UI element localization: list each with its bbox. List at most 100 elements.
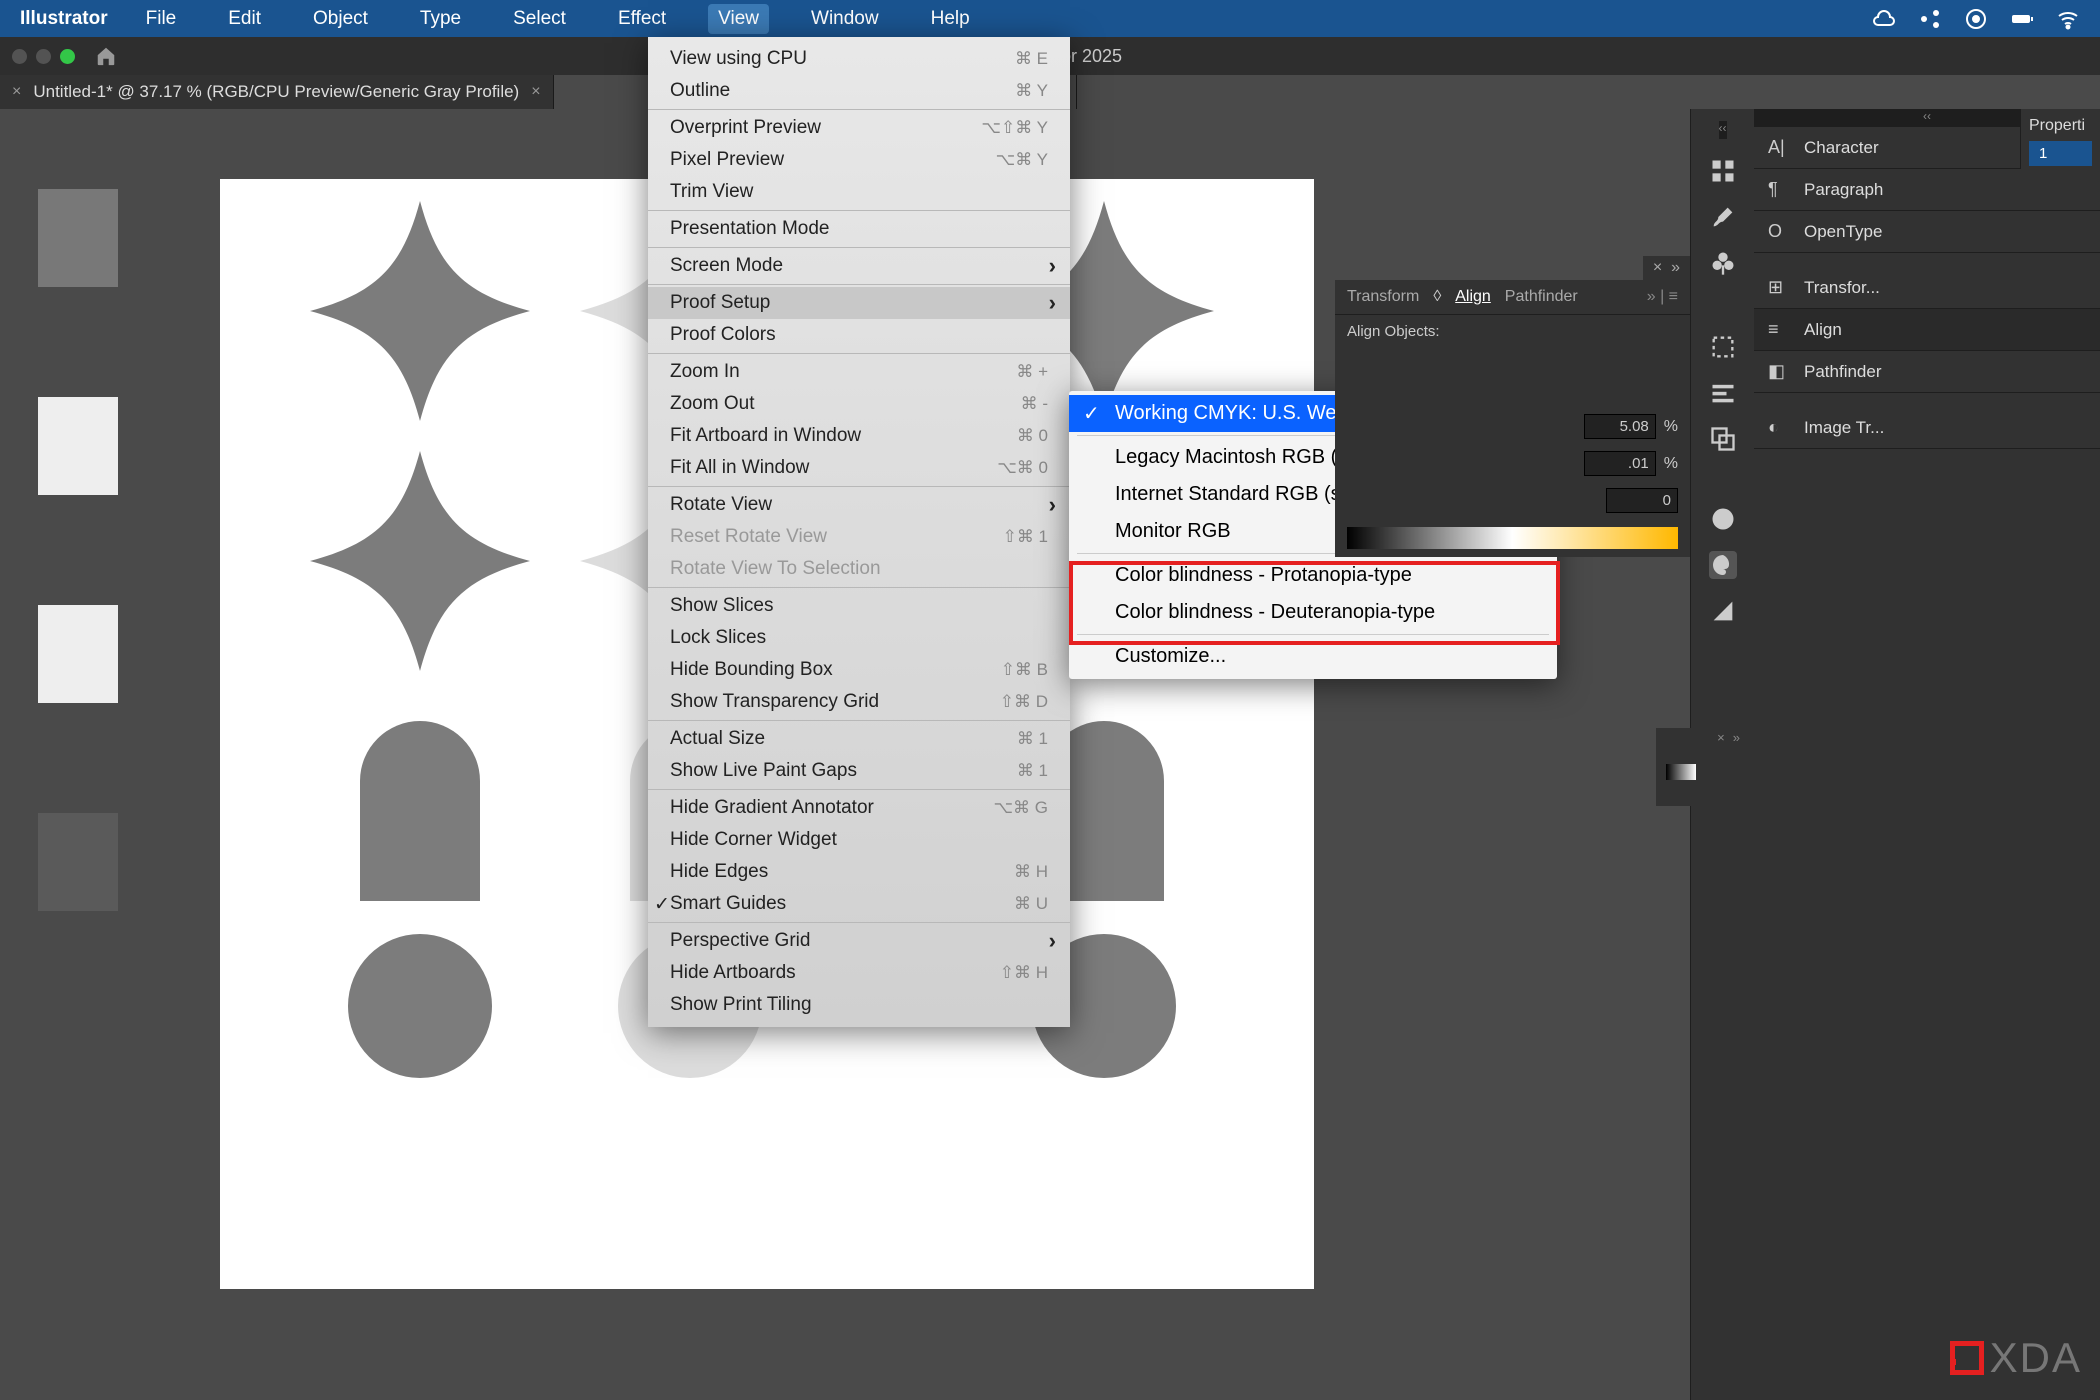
menu-item-hide-gradient-annotator[interactable]: Hide Gradient Annotator⌥⌘ G bbox=[648, 792, 1070, 824]
gradient-swatch[interactable] bbox=[1347, 527, 1678, 549]
align-icon[interactable] bbox=[1709, 379, 1737, 407]
align-header: Align Objects: bbox=[1335, 315, 1690, 348]
menu-object[interactable]: Object bbox=[303, 4, 378, 34]
menu-item-fit-all-in-window[interactable]: Fit All in Window⌥⌘ 0 bbox=[648, 452, 1070, 484]
menu-item-smart-guides[interactable]: ✓Smart Guides⌘ U bbox=[648, 888, 1070, 920]
menu-window[interactable]: Window bbox=[801, 4, 889, 34]
thumbnail-2[interactable] bbox=[38, 397, 118, 495]
panel-icon: ⊞ bbox=[1768, 277, 1792, 298]
tab-separator: ◊ bbox=[1433, 288, 1441, 306]
menu-item-proof-colors[interactable]: Proof Colors bbox=[648, 319, 1070, 351]
circle-icon[interactable] bbox=[1709, 505, 1737, 533]
field-val-3[interactable]: 0 bbox=[1606, 488, 1678, 513]
menu-item-fit-artboard-in-window[interactable]: Fit Artboard in Window⌘ 0 bbox=[648, 420, 1070, 452]
thumbnail-1[interactable] bbox=[38, 189, 118, 287]
panel-row-opentype[interactable]: OOpenType bbox=[1754, 211, 2100, 253]
mini-gradient-panel[interactable]: ×» bbox=[1656, 728, 1748, 806]
menu-effect[interactable]: Effect bbox=[608, 4, 676, 34]
thumbnail-4[interactable] bbox=[38, 813, 118, 911]
proof-option-deuteranopia[interactable]: Color blindness - Deuteranopia-type bbox=[1069, 594, 1557, 631]
menu-item-zoom-in[interactable]: Zoom In⌘ + bbox=[648, 356, 1070, 388]
panel-row-transfor-[interactable]: ⊞Transfor... bbox=[1754, 267, 2100, 309]
panel-icon: ≡ bbox=[1768, 319, 1792, 340]
pathfinder-icon[interactable] bbox=[1709, 425, 1737, 453]
mini-expand-icon[interactable]: » bbox=[1733, 730, 1740, 748]
collapse-chevrons[interactable]: ‹‹ bbox=[1719, 121, 1727, 139]
menu-item-screen-mode[interactable]: Screen Mode bbox=[648, 250, 1070, 282]
grid-icon[interactable] bbox=[1709, 157, 1737, 185]
menu-view[interactable]: View bbox=[708, 4, 769, 34]
properties-panel-edge[interactable]: Properti 1 bbox=[2020, 109, 2100, 169]
wifi-icon[interactable] bbox=[2056, 7, 2080, 31]
panel-menu-icon[interactable]: » | ≡ bbox=[1647, 288, 1678, 306]
battery-icon[interactable] bbox=[2010, 7, 2034, 31]
menubar-right-icons bbox=[1872, 7, 2080, 31]
tab-transform[interactable]: Transform bbox=[1347, 288, 1419, 306]
xda-logo-icon bbox=[1950, 1341, 1984, 1375]
gradient-thumb[interactable] bbox=[1666, 764, 1696, 780]
palette-icon[interactable] bbox=[1709, 551, 1737, 579]
menu-item-hide-corner-widget[interactable]: Hide Corner Widget bbox=[648, 824, 1070, 856]
layer-row[interactable]: 1 bbox=[2029, 141, 2092, 166]
menu-item-pixel-preview[interactable]: Pixel Preview⌥⌘ Y bbox=[648, 144, 1070, 176]
document-tab[interactable]: × Untitled-1* @ 37.17 % (RGB/CPU Preview… bbox=[0, 75, 554, 109]
menu-file[interactable]: File bbox=[136, 4, 187, 34]
window-max-dot[interactable] bbox=[60, 49, 75, 64]
menu-item-zoom-out[interactable]: Zoom Out⌘ - bbox=[648, 388, 1070, 420]
panel-row-image-tr-[interactable]: ◐Image Tr... bbox=[1754, 407, 2100, 449]
tab-close-icon[interactable]: × bbox=[12, 83, 21, 101]
menu-item-show-print-tiling[interactable]: Show Print Tiling bbox=[648, 989, 1070, 1021]
menu-item-proof-setup[interactable]: Proof Setup bbox=[648, 287, 1070, 319]
menu-help[interactable]: Help bbox=[921, 4, 980, 34]
menu-item-show-slices[interactable]: Show Slices bbox=[648, 590, 1070, 622]
artboard-thumbnails bbox=[0, 169, 142, 1400]
menu-item-hide-bounding-box[interactable]: Hide Bounding Box⇧⌘ B bbox=[648, 654, 1070, 686]
menu-item-hide-artboards[interactable]: Hide Artboards⇧⌘ H bbox=[648, 957, 1070, 989]
tab-title: Untitled-1* @ 37.17 % (RGB/CPU Preview/G… bbox=[33, 82, 519, 102]
clubs-icon[interactable] bbox=[1709, 249, 1737, 277]
menu-item-lock-slices[interactable]: Lock Slices bbox=[648, 622, 1070, 654]
menu-item-show-live-paint-gaps[interactable]: Show Live Paint Gaps⌘ 1 bbox=[648, 755, 1070, 787]
menu-item-rotate-view[interactable]: Rotate View bbox=[648, 489, 1070, 521]
menu-item-view-using-cpu[interactable]: View using CPU⌘ E bbox=[648, 43, 1070, 75]
menu-item-overprint-preview[interactable]: Overprint Preview⌥⇧⌘ Y bbox=[648, 112, 1070, 144]
menu-item-actual-size[interactable]: Actual Size⌘ 1 bbox=[648, 723, 1070, 755]
menu-item-show-transparency-grid[interactable]: Show Transparency Grid⇧⌘ D bbox=[648, 686, 1070, 718]
transform-icon[interactable] bbox=[1709, 333, 1737, 361]
mini-close-icon[interactable]: × bbox=[1717, 730, 1725, 748]
home-icon[interactable] bbox=[95, 45, 117, 67]
panel-row-align[interactable]: ≡Align bbox=[1754, 309, 2100, 351]
tab-close-icon-2[interactable]: × bbox=[531, 83, 540, 101]
panel-close-row[interactable]: × » bbox=[1643, 256, 1690, 280]
panel-row-pathfinder[interactable]: ◧Pathfinder bbox=[1754, 351, 2100, 393]
mac-menubar: Illustrator File Edit Object Type Select… bbox=[0, 0, 2100, 37]
brush-icon[interactable] bbox=[1709, 203, 1737, 231]
menu-select[interactable]: Select bbox=[503, 4, 576, 34]
menu-item-hide-edges[interactable]: Hide Edges⌘ H bbox=[648, 856, 1070, 888]
window-close-dot[interactable] bbox=[12, 49, 27, 64]
menu-item-outline[interactable]: Outline⌘ Y bbox=[648, 75, 1070, 107]
panel-icon: ¶ bbox=[1768, 179, 1792, 200]
tab-align[interactable]: Align bbox=[1455, 288, 1491, 306]
panel-row-paragraph[interactable]: ¶Paragraph bbox=[1754, 169, 2100, 211]
menu-type[interactable]: Type bbox=[410, 4, 471, 34]
share-icon[interactable] bbox=[1918, 7, 1942, 31]
app-brand: Illustrator bbox=[20, 8, 108, 30]
proof-option-customize[interactable]: Customize... bbox=[1069, 638, 1557, 675]
record-icon[interactable] bbox=[1964, 7, 1988, 31]
field-val-1[interactable]: 5.08 bbox=[1584, 414, 1656, 439]
menu-item-perspective-grid[interactable]: Perspective Grid bbox=[648, 925, 1070, 957]
menu-edit[interactable]: Edit bbox=[218, 4, 271, 34]
proof-option-protanopia[interactable]: Color blindness - Protanopia-type bbox=[1069, 557, 1557, 594]
cloud-icon[interactable] bbox=[1872, 7, 1896, 31]
menu-item-presentation-mode[interactable]: Presentation Mode bbox=[648, 213, 1070, 245]
right-panels: ‹‹ ‹‹ A|Character¶ParagraphOOpenType⊞Tra… bbox=[1690, 109, 2100, 1400]
window-traffic-lights bbox=[12, 49, 75, 64]
view-dropdown: View using CPU⌘ EOutline⌘ Y Overprint Pre… bbox=[648, 37, 1070, 1027]
tab-pathfinder[interactable]: Pathfinder bbox=[1505, 288, 1578, 306]
triangle-icon[interactable] bbox=[1709, 597, 1737, 625]
thumbnail-3[interactable] bbox=[38, 605, 118, 703]
window-min-dot[interactable] bbox=[36, 49, 51, 64]
field-val-2[interactable]: .01 bbox=[1584, 451, 1656, 476]
menu-item-trim-view[interactable]: Trim View bbox=[648, 176, 1070, 208]
